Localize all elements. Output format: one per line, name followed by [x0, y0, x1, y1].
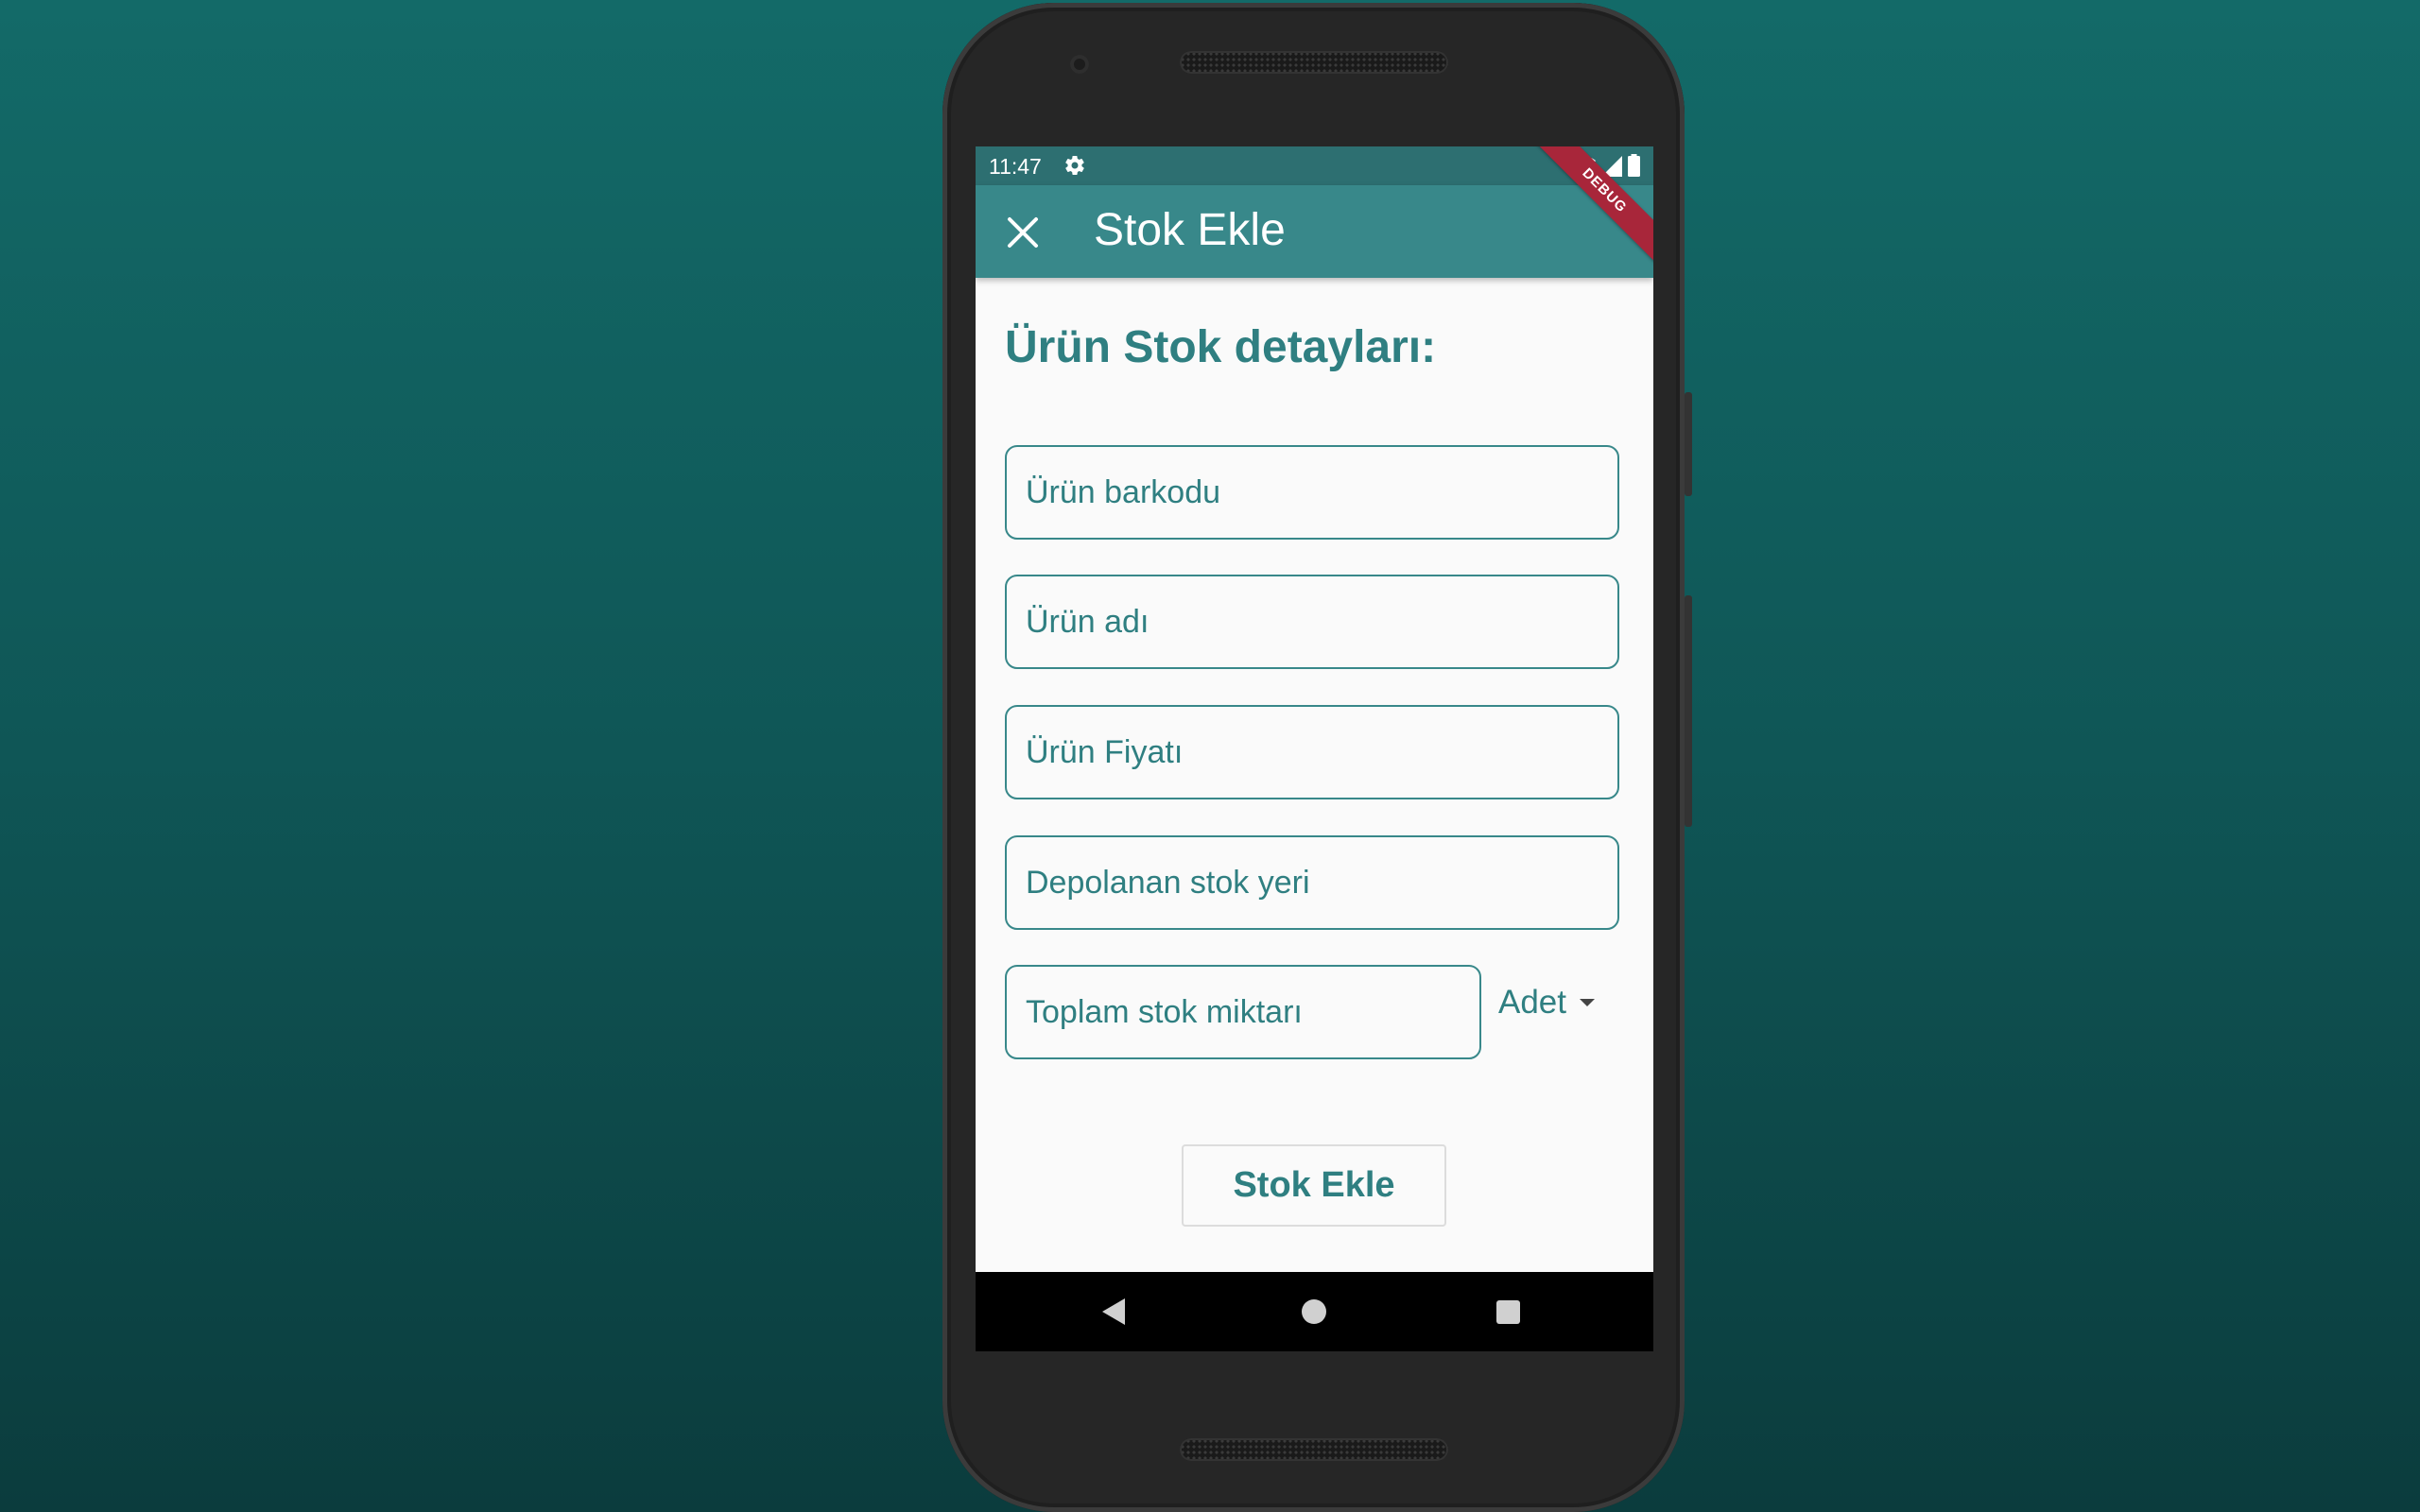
home-icon[interactable] [1302, 1299, 1326, 1324]
storage-location-input[interactable] [1005, 835, 1619, 930]
battery-icon [1628, 154, 1640, 177]
app-bar: Stok Ekle [976, 185, 1653, 278]
price-input[interactable] [1005, 705, 1619, 799]
top-speaker [1180, 51, 1448, 74]
quantity-input[interactable] [1005, 965, 1481, 1059]
bottom-speaker [1180, 1438, 1448, 1461]
barcode-input[interactable] [1005, 445, 1619, 540]
app-screen: 11:47 Stok Ekle DEBUG Ürün Stok detaylar… [976, 146, 1653, 1351]
status-time: 11:47 [989, 154, 1042, 179]
recent-apps-icon[interactable] [1496, 1300, 1520, 1324]
page-title: Stok Ekle [1094, 205, 1286, 255]
phone-volume-button [1685, 392, 1692, 496]
system-nav-bar [976, 1272, 1653, 1351]
caret-down-icon [1580, 999, 1595, 1006]
product-name-input[interactable] [1005, 575, 1619, 669]
unit-dropdown-value: Adet [1498, 984, 1566, 1021]
unit-dropdown[interactable]: Adet [1498, 967, 1595, 1039]
phone-power-button [1685, 595, 1692, 827]
back-icon[interactable] [1102, 1298, 1125, 1325]
settings-icon [1065, 156, 1084, 176]
section-title: Ürün Stok detayları: [1005, 322, 1437, 372]
close-icon[interactable] [998, 208, 1047, 257]
front-camera [1070, 55, 1089, 74]
add-stock-button[interactable]: Stok Ekle [1182, 1144, 1446, 1227]
